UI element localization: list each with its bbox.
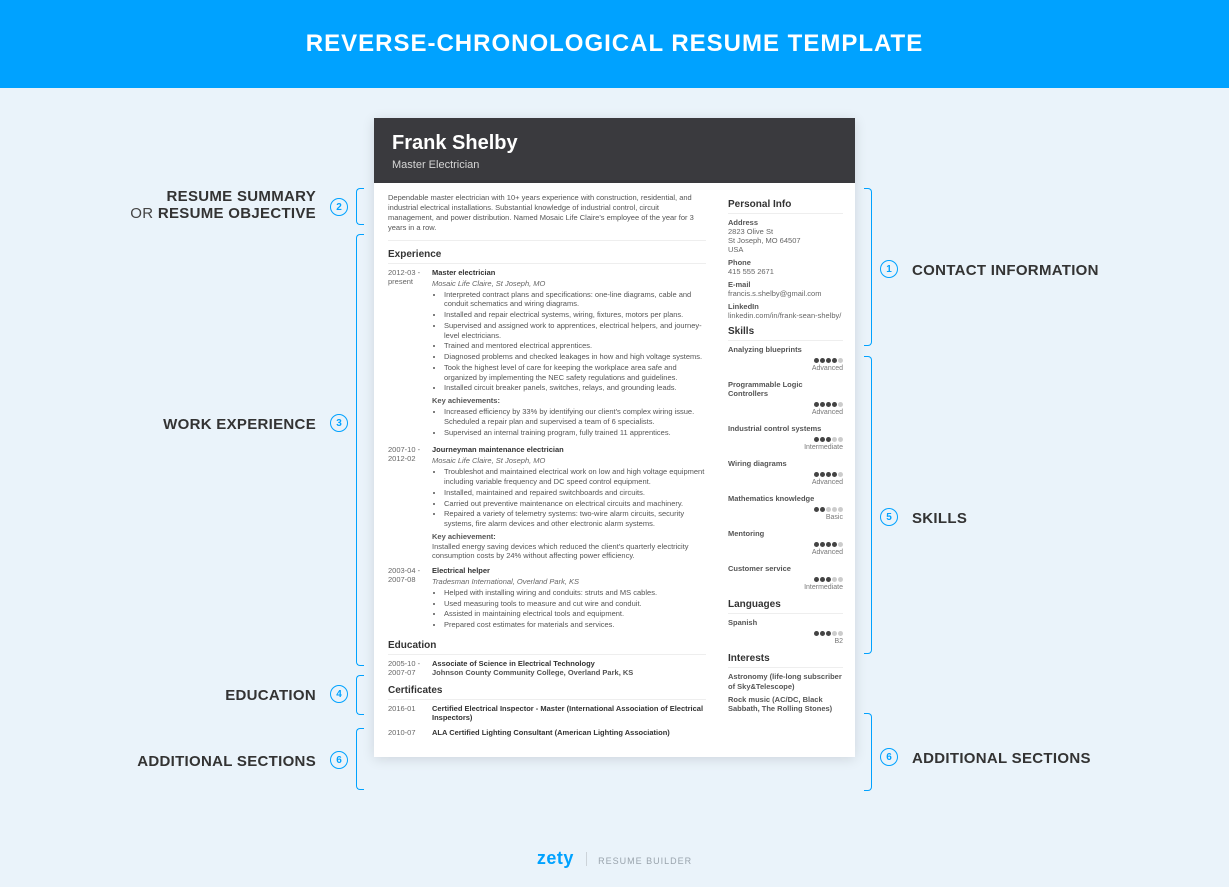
bracket-summary [356,188,364,225]
badge-1: 1 [880,260,898,278]
bracket-skills [864,356,872,654]
section-personal-title: Personal Info [728,199,843,214]
footer-brand: zety [537,848,574,868]
resume-header: Frank Shelby Master Electrician [374,118,855,183]
resume-main: Dependable master electrician with 10+ y… [374,183,720,757]
badge-6-right: 6 [880,748,898,766]
badge-4: 4 [330,685,348,703]
interest-item: Rock music (AC/DC, Black Sabbath, The Ro… [728,695,843,715]
label-experience: WORK EXPERIENCE [116,416,316,433]
footer-separator [586,852,587,866]
section-skills-title: Skills [728,326,843,341]
job-row: 2007-10 - 2012-02Journeyman maintenance … [388,445,706,560]
skill-row: Customer serviceIntermediate [728,564,843,591]
diagram-canvas: RESUME SUMMARY OR RESUME OBJECTIVE 2 WOR… [0,88,1229,838]
interest-item: Astronomy (life-long subscriber of Sky&T… [728,672,843,692]
resume-sidebar: Personal Info Address 2823 Olive St St J… [720,183,855,757]
bracket-additional-left [356,728,364,790]
label-additional-right: ADDITIONAL SECTIONS [912,750,1091,767]
resume-role: Master Electrician [392,159,837,171]
bracket-contact [864,188,872,346]
label-education: EDUCATION [116,687,316,704]
education-dates: 2005-10 - 2007-07 [388,659,432,677]
skills-container: Analyzing blueprintsAdvanced Programmable… [728,345,843,591]
cert-row: 2016-01Certified Electrical Inspector - … [388,704,706,722]
badge-3: 3 [330,414,348,432]
education-degree: Associate of Science in Electrical Techn… [432,659,706,668]
label-skills: SKILLS [912,510,967,527]
footer: zety RESUME BUILDER [0,838,1229,887]
resume-body: Dependable master electrician with 10+ y… [374,183,855,757]
certs-container: 2016-01Certified Electrical Inspector - … [388,704,706,737]
education-row: 2005-10 - 2007-07 Associate of Science i… [388,659,706,677]
section-education-title: Education [388,640,706,655]
label-contact: CONTACT INFORMATION [912,262,1099,279]
job-row: 2003-04 - 2007-08Electrical helperTrades… [388,566,706,632]
job-row: 2012-03 - presentMaster electricianMosai… [388,268,706,440]
skill-row: Mathematics knowledgeBasic [728,494,843,521]
skill-row: MentoringAdvanced [728,529,843,556]
section-interests-title: Interests [728,653,843,668]
section-certificates-title: Certificates [388,685,706,700]
lang-row: SpanishB2 [728,618,843,645]
skill-row: Wiring diagramsAdvanced [728,459,843,486]
footer-sub: RESUME BUILDER [598,856,692,866]
skill-row: Programmable Logic ControllersAdvanced [728,380,843,416]
resume-document: Frank Shelby Master Electrician Dependab… [374,118,855,757]
interests-container: Astronomy (life-long subscriber of Sky&T… [728,672,843,714]
resume-summary: Dependable master electrician with 10+ y… [388,193,706,241]
badge-2: 2 [330,198,348,216]
education-school: Johnson County Community College, Overla… [432,668,706,677]
cert-row: 2010-07ALA Certified Lighting Consultant… [388,728,706,737]
section-languages-title: Languages [728,599,843,614]
resume-name: Frank Shelby [392,132,837,155]
bracket-education [356,675,364,715]
jobs-container: 2012-03 - presentMaster electricianMosai… [388,268,706,632]
banner-title: REVERSE-CHRONOLOGICAL RESUME TEMPLATE [306,30,923,58]
skill-row: Industrial control systemsIntermediate [728,424,843,451]
bracket-experience [356,234,364,666]
label-additional-left: ADDITIONAL SECTIONS [116,753,316,770]
badge-6-left: 6 [330,751,348,769]
section-experience-title: Experience [388,249,706,264]
bracket-additional-right [864,713,872,791]
badge-5: 5 [880,508,898,526]
label-summary: RESUME SUMMARY OR RESUME OBJECTIVE [116,188,316,222]
banner: REVERSE-CHRONOLOGICAL RESUME TEMPLATE [0,0,1229,88]
languages-container: SpanishB2 [728,618,843,645]
skill-row: Analyzing blueprintsAdvanced [728,345,843,372]
